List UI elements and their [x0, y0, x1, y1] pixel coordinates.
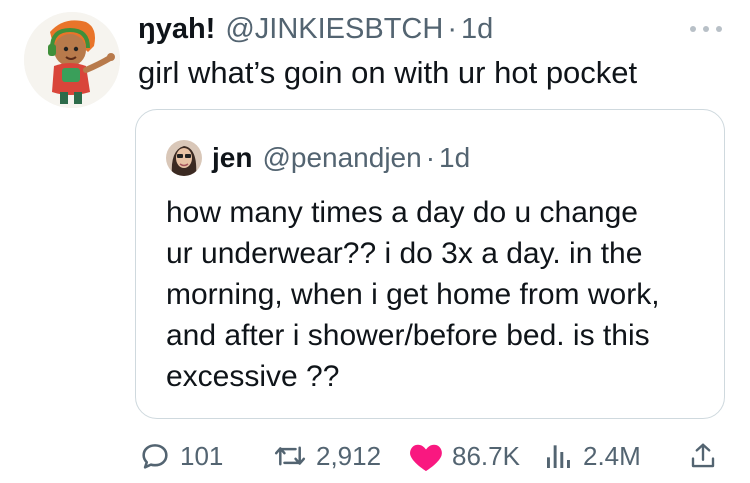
- quoted-avatar-photo: [166, 140, 202, 176]
- tweet: ŋyah! @JINKIESBTCH · 1d girl what’s goin…: [0, 0, 750, 483]
- quoted-tweet-text: how many times a day do u change ur unde…: [166, 192, 711, 397]
- more-dot: [716, 26, 722, 32]
- more-icon[interactable]: [686, 18, 726, 40]
- separator-dot: ·: [425, 142, 436, 173]
- like-heart-filled-icon: [410, 444, 442, 471]
- more-dot: [703, 26, 709, 32]
- quoted-tweet-header: jen @penandjen · 1d: [212, 140, 470, 176]
- quoted-text-line: how many times a day do u change: [166, 196, 638, 229]
- quoted-text-line: and after i shower/before bed. is this: [166, 319, 650, 352]
- action-bar: 101 2,912 86.7K 2.4M: [0, 436, 750, 476]
- views-button[interactable]: 2.4M: [543, 436, 641, 476]
- repost-button[interactable]: 2,912: [272, 436, 381, 476]
- avatar-illustration: [24, 12, 120, 108]
- views-icon: [547, 445, 570, 468]
- author-display-name[interactable]: ŋyah!: [138, 13, 215, 46]
- reply-icon: [142, 444, 168, 469]
- like-button[interactable]: 86.7K: [408, 436, 520, 476]
- tweet-header: ŋyah! @JINKIESBTCH · 1d: [138, 10, 493, 48]
- repost-icon: [274, 446, 306, 466]
- reply-button[interactable]: 101: [138, 436, 223, 476]
- quoted-text-line: morning, when i get home from work,: [166, 278, 660, 311]
- quoted-text-line: excessive ??: [166, 360, 340, 393]
- repost-count: 2,912: [316, 440, 382, 471]
- quoted-author-handle[interactable]: @penandjen: [262, 142, 421, 174]
- separator-dot: ·: [447, 12, 457, 45]
- author-handle[interactable]: @JINKIESBTCH: [225, 13, 443, 46]
- tweet-timestamp[interactable]: 1d: [461, 13, 493, 46]
- reply-count: 101: [180, 440, 224, 471]
- share-button[interactable]: [688, 436, 718, 476]
- share-icon: [691, 443, 715, 468]
- quoted-tweet-timestamp[interactable]: 1d: [439, 142, 470, 174]
- quoted-tweet[interactable]: jen @penandjen · 1d how many times a day…: [135, 109, 725, 419]
- author-avatar[interactable]: [24, 12, 120, 108]
- views-count: 2.4M: [583, 440, 641, 471]
- like-count: 86.7K: [452, 440, 520, 471]
- tweet-text: girl what’s goin on with ur hot pocket: [138, 55, 638, 90]
- more-dot: [690, 26, 696, 32]
- quoted-author-avatar[interactable]: [166, 140, 202, 176]
- quoted-text-line: ur underwear?? i do 3x a day. in the: [166, 237, 643, 270]
- quoted-author-display-name[interactable]: jen: [212, 142, 252, 174]
